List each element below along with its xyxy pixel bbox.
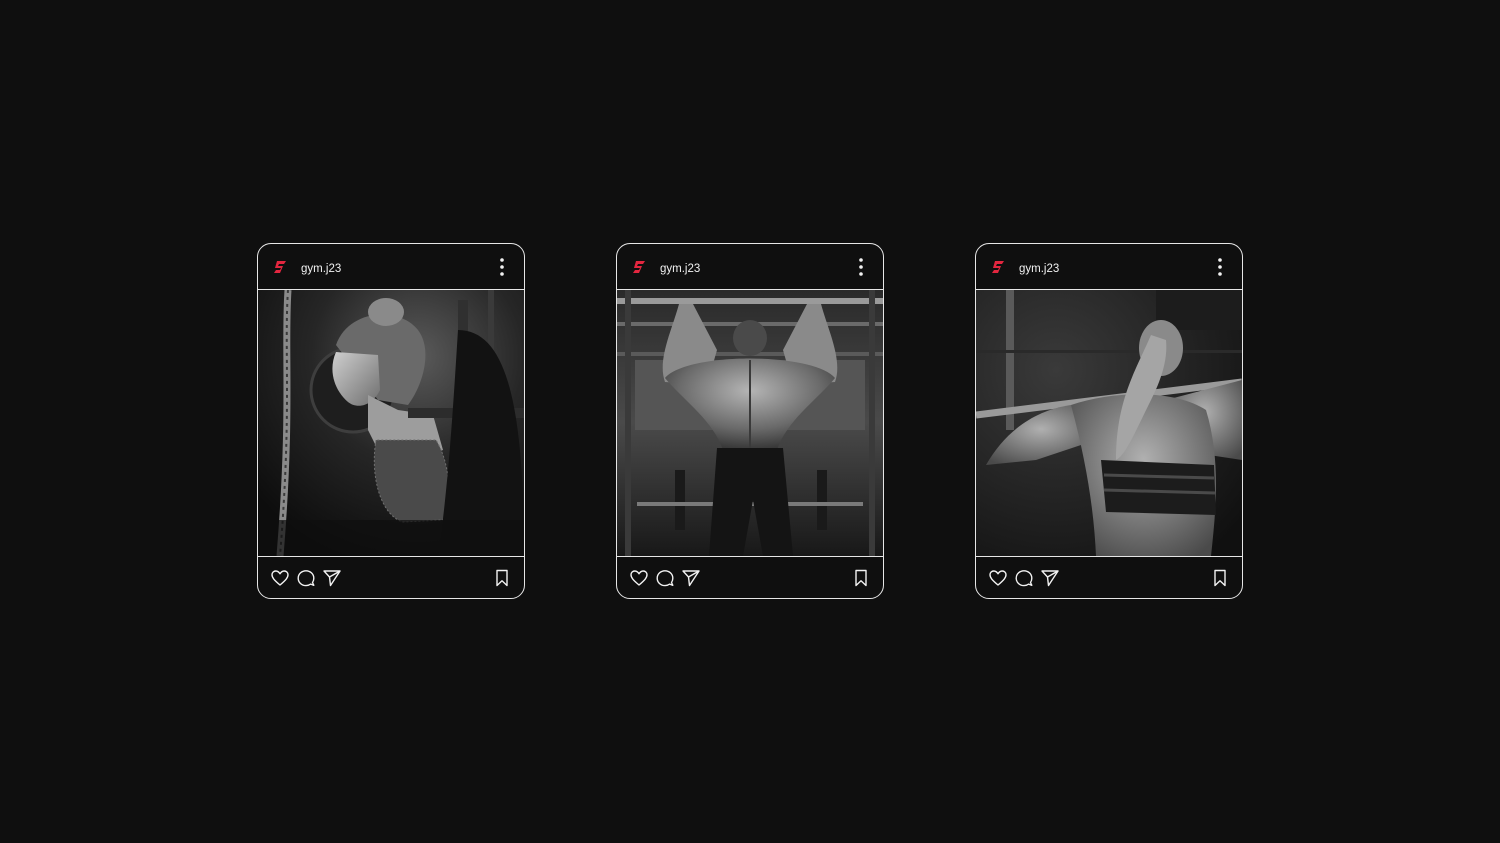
photo-man-pull-up [617,290,883,556]
post-card: gym.j23 [257,243,525,599]
more-vertical-icon[interactable] [1216,257,1224,277]
post-actions [258,556,524,598]
post-username[interactable]: gym.j23 [301,262,341,276]
post-username[interactable]: gym.j23 [1019,262,1059,276]
post-photo[interactable] [976,290,1242,556]
bookmark-icon[interactable] [851,568,871,588]
heart-icon[interactable] [988,568,1008,588]
post-photo[interactable] [617,290,883,556]
heart-icon[interactable] [270,568,290,588]
post-header: gym.j23 [258,244,524,290]
comment-icon[interactable] [1014,568,1034,588]
post-actions [976,556,1242,598]
comment-icon[interactable] [655,568,675,588]
photo-woman-barbell-back [976,290,1242,556]
bookmark-icon[interactable] [492,568,512,588]
mockup-stage: gym.j23 gym.j23 gym.j23 [0,0,1500,843]
post-header: gym.j23 [976,244,1242,290]
bookmark-icon[interactable] [1210,568,1230,588]
brand-logo-icon [992,261,1004,273]
brand-logo-icon [633,261,645,273]
send-icon[interactable] [1040,568,1060,588]
comment-icon[interactable] [296,568,316,588]
post-photo[interactable] [258,290,524,556]
post-card: gym.j23 [975,243,1243,599]
heart-icon[interactable] [629,568,649,588]
post-card: gym.j23 [616,243,884,599]
post-header: gym.j23 [617,244,883,290]
send-icon[interactable] [322,568,342,588]
send-icon[interactable] [681,568,701,588]
photo-woman-squat [258,290,524,556]
post-actions [617,556,883,598]
more-vertical-icon[interactable] [857,257,865,277]
more-vertical-icon[interactable] [498,257,506,277]
post-username[interactable]: gym.j23 [660,262,700,276]
brand-logo-icon [274,261,286,273]
